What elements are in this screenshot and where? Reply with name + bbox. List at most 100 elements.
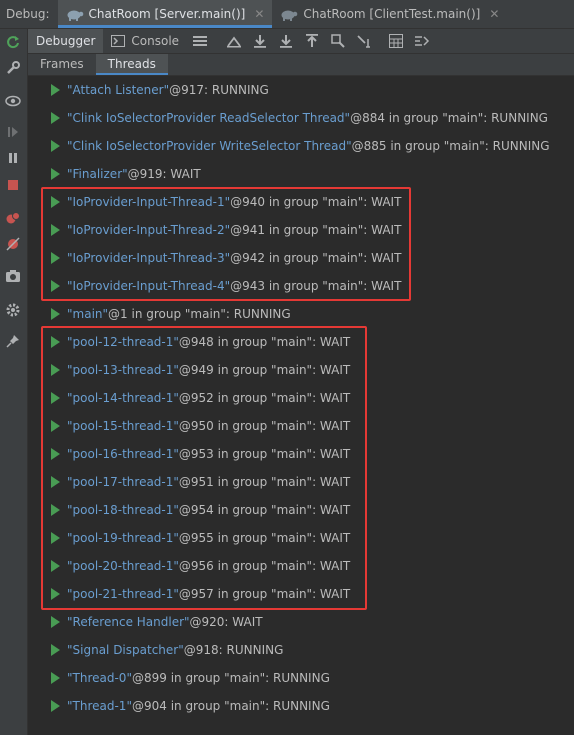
thread-status: @885 in group "main": RUNNING — [351, 139, 550, 153]
pin-icon[interactable] — [4, 332, 22, 350]
thread-row[interactable]: "pool-14-thread-1" @952 in group "main": … — [28, 384, 574, 412]
tab-clienttest-main[interactable]: ChatRoom [ClientTest.main()] ✕ — [272, 0, 507, 28]
thread-name: "Clink IoSelectorProvider WriteSelector … — [67, 139, 352, 153]
thread-row[interactable]: "Attach Listener" @917: RUNNING — [28, 76, 574, 104]
thread-status: @948 in group "main": WAIT — [178, 335, 351, 349]
thread-play-icon — [51, 588, 60, 600]
tab-threads[interactable]: Threads — [95, 54, 169, 75]
thread-row[interactable]: "pool-20-thread-1" @956 in group "main": … — [28, 552, 574, 580]
tab-console[interactable]: Console — [103, 29, 187, 53]
thread-play-icon — [51, 308, 60, 320]
thread-status: @954 in group "main": WAIT — [178, 503, 351, 517]
thread-row[interactable]: "Thread-0" @899 in group "main": RUNNING — [28, 664, 574, 692]
stop-icon[interactable] — [4, 176, 22, 194]
thread-row[interactable]: "IoProvider-Input-Thread-1" @940 in group… — [28, 188, 574, 216]
thread-play-icon — [51, 112, 60, 124]
thread-row[interactable]: "pool-19-thread-1" @955 in group "main": … — [28, 524, 574, 552]
thread-play-icon — [51, 476, 60, 488]
step-out-icon[interactable] — [303, 32, 321, 50]
close-icon[interactable]: ✕ — [254, 7, 264, 21]
thread-name: "pool-16-thread-1" — [67, 447, 179, 461]
thread-row[interactable]: "pool-13-thread-1" @949 in group "main": … — [28, 356, 574, 384]
debug-side-toolbar — [0, 29, 28, 735]
thread-name: "pool-20-thread-1" — [67, 559, 179, 573]
thread-row[interactable]: "Clink IoSelectorProvider WriteSelector … — [28, 132, 574, 160]
thread-name: "Reference Handler" — [67, 615, 190, 629]
thread-name: "pool-19-thread-1" — [67, 531, 179, 545]
drop-frame-icon[interactable] — [329, 32, 347, 50]
tab-label: ChatRoom [Server.main()] — [88, 7, 246, 21]
thread-play-icon — [51, 140, 60, 152]
console-icon — [111, 35, 126, 47]
thread-name: "IoProvider-Input-Thread-4" — [67, 279, 231, 293]
thread-status: @942 in group "main": WAIT — [230, 251, 402, 265]
thread-row[interactable]: "Reference Handler" @920: WAIT — [28, 608, 574, 636]
thread-play-icon — [51, 644, 60, 656]
thread-play-icon — [51, 560, 60, 572]
thread-play-icon — [51, 168, 60, 180]
thread-play-icon — [51, 280, 60, 292]
wrench-icon[interactable] — [4, 59, 22, 77]
thread-row[interactable]: "IoProvider-Input-Thread-3" @942 in group… — [28, 244, 574, 272]
thread-status: @917: RUNNING — [169, 83, 269, 97]
thread-row[interactable]: "Clink IoSelectorProvider ReadSelector T… — [28, 104, 574, 132]
thread-status: @956 in group "main": WAIT — [178, 559, 351, 573]
tab-frames[interactable]: Frames — [28, 54, 96, 75]
thread-row[interactable]: "pool-18-thread-1" @954 in group "main": … — [28, 496, 574, 524]
pause-icon[interactable] — [4, 149, 22, 167]
thread-row[interactable]: "Finalizer" @919: WAIT — [28, 160, 574, 188]
close-icon[interactable]: ✕ — [489, 7, 499, 21]
resume-icon[interactable] — [4, 123, 22, 141]
rerun-icon[interactable] — [4, 33, 22, 51]
menu-icon[interactable] — [191, 32, 209, 50]
thread-name: "pool-18-thread-1" — [67, 503, 179, 517]
trace-stream-icon[interactable] — [413, 32, 431, 50]
evaluate-expression-icon[interactable] — [387, 32, 405, 50]
thread-status: @950 in group "main": WAIT — [178, 419, 351, 433]
mute-breakpoints-icon[interactable] — [4, 235, 22, 253]
thread-play-icon — [51, 196, 60, 208]
thread-status: @940 in group "main": WAIT — [230, 195, 402, 209]
thread-row[interactable]: "pool-15-thread-1" @950 in group "main": … — [28, 412, 574, 440]
camera-icon[interactable] — [4, 267, 22, 285]
thread-row[interactable]: "pool-17-thread-1" @951 in group "main": … — [28, 468, 574, 496]
thread-row[interactable]: "Thread-1" @904 in group "main": RUNNING — [28, 692, 574, 720]
thread-name: "main" — [67, 307, 109, 321]
eye-icon[interactable] — [4, 92, 22, 110]
show-execution-point-icon[interactable] — [225, 32, 243, 50]
thread-name: "pool-21-thread-1" — [67, 587, 179, 601]
step-over-icon[interactable] — [251, 32, 269, 50]
tab-debugger[interactable]: Debugger — [28, 29, 104, 53]
thread-play-icon — [51, 336, 60, 348]
run-to-cursor-icon[interactable] — [355, 32, 373, 50]
thread-name: "pool-15-thread-1" — [67, 419, 179, 433]
threads-list: "Attach Listener" @917: RUNNING "Clink Io… — [28, 76, 574, 735]
thread-row[interactable]: "pool-12-thread-1" @948 in group "main": … — [28, 328, 574, 356]
thread-row[interactable]: "pool-16-thread-1" @953 in group "main": … — [28, 440, 574, 468]
thread-name: "IoProvider-Input-Thread-1" — [67, 195, 231, 209]
thread-row[interactable]: "IoProvider-Input-Thread-4" @943 in group… — [28, 272, 574, 300]
step-into-icon[interactable] — [277, 32, 295, 50]
thread-row[interactable]: "pool-21-thread-1" @957 in group "main": … — [28, 580, 574, 608]
tab-server-main[interactable]: ChatRoom [Server.main()] ✕ — [57, 0, 273, 28]
settings-icon[interactable] — [4, 301, 22, 319]
thread-play-icon — [51, 672, 60, 684]
view-breakpoints-icon[interactable] — [4, 209, 22, 227]
thread-row[interactable]: "Signal Dispatcher" @918: RUNNING — [28, 636, 574, 664]
thread-name: "Attach Listener" — [67, 83, 170, 97]
thread-name: "Thread-0" — [67, 671, 132, 685]
thread-status: @957 in group "main": WAIT — [178, 587, 351, 601]
thread-status: @953 in group "main": WAIT — [178, 447, 351, 461]
thread-row[interactable]: "main" @1 in group "main": RUNNING — [28, 300, 574, 328]
thread-play-icon — [51, 448, 60, 460]
debug-turtle-icon — [67, 10, 83, 21]
thread-name: "IoProvider-Input-Thread-2" — [67, 223, 231, 237]
thread-status: @941 in group "main": WAIT — [230, 223, 402, 237]
thread-name: "pool-13-thread-1" — [67, 363, 179, 377]
thread-play-icon — [51, 364, 60, 376]
thread-name: "Finalizer" — [67, 167, 128, 181]
thread-row[interactable]: "IoProvider-Input-Thread-2" @941 in group… — [28, 216, 574, 244]
thread-status: @918: RUNNING — [183, 643, 284, 657]
thread-play-icon — [51, 84, 60, 96]
thread-play-icon — [51, 392, 60, 404]
